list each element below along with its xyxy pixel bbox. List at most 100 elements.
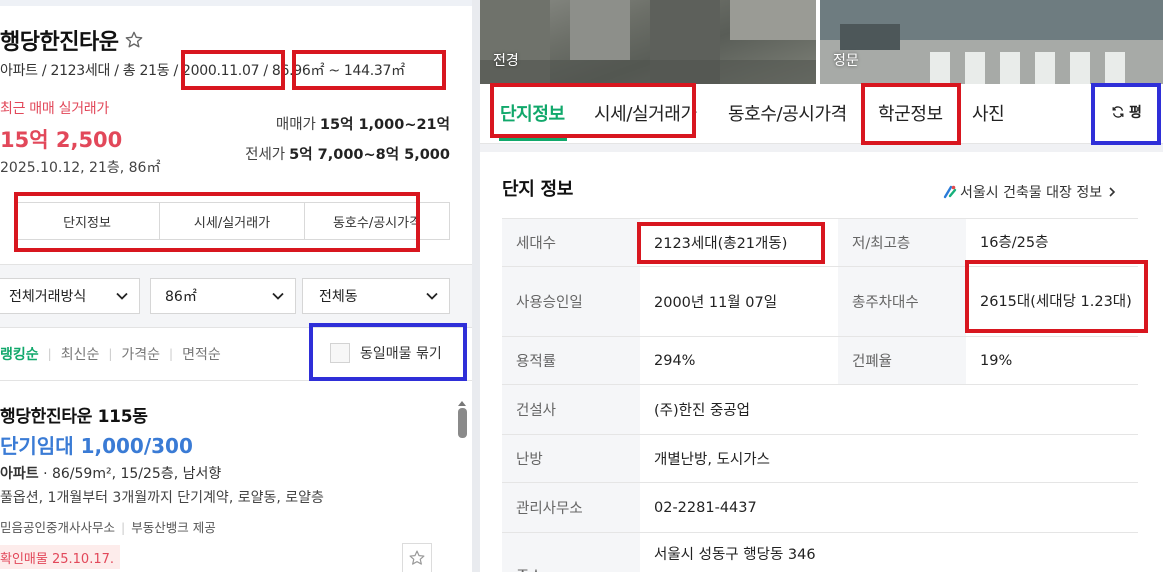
row-label: 세대수 [502,219,640,266]
listing-favorite-button[interactable] [402,543,432,572]
sale-price-value: 15억 1,000~21억 [319,117,450,133]
sale-price-line: 매매가 15억 1,000~21억 [276,113,450,134]
area-range: 86.96㎡ ~ 144.37㎡ [271,63,405,79]
photo-overview[interactable]: 전경 [480,0,816,84]
row-label: 사용승인일 [502,267,640,336]
sub-tab-complex-info[interactable]: 단지정보 [15,203,160,239]
tab-complex-info[interactable]: 단지정보 [500,100,565,126]
listing-description: 풀옵션, 1개월부터 3개월까지 단기계약, 로얄동, 로얄층 [0,490,324,506]
sale-price-label: 매매가 [275,117,316,133]
sub-tab-price-trades[interactable]: 시세/실거래가 [160,203,305,239]
row-value: 2615대(세대당 1.23대) [980,293,1132,310]
row-label: 난방 [502,435,640,482]
confirmed-listing-badge: 확인매물 25.10.17. [0,545,120,569]
jeonse-price-value: 5억 7,000~8억 5,000 [289,147,450,163]
listing-type: 아파트 [0,466,39,482]
active-tab-underline [499,138,567,141]
listing-spec-detail: · 86/59m², 15/25층, 남서향 [38,466,222,482]
sort-area[interactable]: 면적순 [182,344,221,364]
agent-name[interactable]: 믿음공인중개사사무소 [0,520,115,535]
sort-divider: | [47,347,52,361]
building-registry-icon [943,185,957,199]
chevron-down-icon [272,292,284,300]
summary-sub-tabs: 단지정보 시세/실거래가 동호수/공시가격 [14,202,450,240]
group-same-checkbox[interactable] [330,343,350,363]
trade-type-dropdown[interactable]: 전체거래방식 [0,278,140,314]
sub-tab-units-prices[interactable]: 동호수/공시가격 [305,203,449,239]
table-row: 용적률 294% 건폐율 19% [502,336,1138,384]
row-value: 서울시 성동구 행당동 346 [654,547,816,563]
complex-summary-panel: 행당한진타운 아파트 / 2123세대 / 총 21동 / 2000.11.07… [0,0,472,572]
table-row: 사용승인일 2000년 11월 07일 총주차대수 2615대(세대당 1.23… [502,266,1138,336]
group-same-label: 동일매물 묶기 [360,346,442,362]
row-label: 건폐율 [838,337,966,384]
complex-title: 행당한진타운 [0,30,119,55]
listing-title[interactable]: 행당한진타운 115동 [0,402,148,427]
photo-gate-label: 정문 [833,53,859,69]
section-gap [480,144,1163,152]
sort-divider: | [169,347,174,361]
listing-scrollbar[interactable] [455,401,469,572]
row-value: 19% [980,352,1013,369]
scroll-up-arrow[interactable] [458,401,466,406]
complex-detail-panel: 전경 정문 단지정보 시세/실거래가 동호수/공시가격 학군정보 사진 평 단지… [480,0,1163,572]
table-row: 관리사무소 02-2281-4437 [502,482,1138,532]
photo-gate[interactable]: 정문 [820,0,1163,84]
photo-overview-label: 전경 [493,53,519,69]
star-icon [409,550,425,565]
recent-trade-detail: 2025.10.12, 21층, 86㎡ [0,160,161,176]
complex-title-row: 행당한진타운 [0,24,144,56]
tab-photos[interactable]: 사진 [972,100,1005,126]
row-value: 02-2281-4437 [654,499,757,516]
row-label: 관리사무소 [502,483,640,532]
sort-price[interactable]: 가격순 [121,344,160,364]
scrollbar-thumb[interactable] [458,408,467,438]
chevron-right-icon [1109,187,1116,197]
sort-divider: | [108,347,113,361]
section-title-complex-info: 단지 정보 [502,179,574,200]
tab-price-trades[interactable]: 시세/실거래가 [594,100,697,126]
row-value: 2000년 11월 07일 [654,295,778,311]
row-label: 건설사 [502,385,640,434]
area-dropdown[interactable]: 86㎡ [150,278,296,314]
area-unit-toggle[interactable]: 평 [1111,102,1142,122]
table-row: 건설사 (주)한진 중공업 [502,384,1138,434]
listing-agent-line: 믿음공인중개사사무소 | 부동산뱅크 제공 [0,517,216,536]
jeonse-price-line: 전세가 5억 7,000~8억 5,000 [245,143,450,164]
sort-latest[interactable]: 최신순 [61,344,100,364]
photo-overview-image [480,0,816,84]
row-value: (주)한진 중공업 [654,403,750,419]
listing-spec: 아파트 · 86/59m², 15/25층, 남서향 [0,463,221,483]
area-unit-label: 평 [1129,105,1142,121]
table-row: 주소 서울시 성동구 행당동 346 [502,532,1138,572]
tab-school-info[interactable]: 학군정보 [878,100,943,126]
building-registry-label: 서울시 건축물 대장 정보 [960,185,1103,201]
trade-type-value: 전체거래방식 [9,289,87,305]
building-dropdown[interactable]: 전체동 [302,278,450,314]
approval-date: 2000.11.07 [182,63,260,79]
panel-divider [472,0,480,572]
star-icon[interactable] [124,30,144,50]
app-window: 행당한진타운 아파트 / 2123세대 / 총 21동 / 2000.11.07… [0,0,1163,572]
row-value: 294% [654,352,696,369]
complex-meta: 아파트 / 2123세대 / 총 21동 / 2000.11.07 / 86.9… [0,60,405,80]
listing-price: 단기임대 1,000/300 [0,434,193,458]
group-same-listings-toggle[interactable]: 동일매물 묶기 [330,343,442,363]
tab-units-prices[interactable]: 동호수/공시가격 [728,100,847,126]
row-label: 주소 [502,533,640,572]
row-value: 16층/25층 [980,234,1049,251]
photo-gate-image [820,0,1163,84]
sort-options: 랭킹순 | 최신순 | 가격순 | 면적순 [0,344,221,364]
type-units-text: 아파트 / 2123세대 / 총 21동 / [0,63,183,79]
recent-trade-price: 15억 2,500 [0,128,123,152]
building-value: 전체동 [319,289,358,305]
building-registry-link[interactable]: 서울시 건축물 대장 정보 [942,182,1118,202]
area-value: 86㎡ [165,289,197,305]
row-label: 총주차대수 [838,267,966,336]
table-row: 난방 개별난방, 도시가스 [502,434,1138,482]
sort-ranking[interactable]: 랭킹순 [0,344,39,364]
agent-divider: | [121,520,126,535]
recent-trade-label: 최근 매매 실거래가 [0,101,109,117]
top-divider [0,0,472,6]
row-label: 저/최고층 [838,219,966,266]
